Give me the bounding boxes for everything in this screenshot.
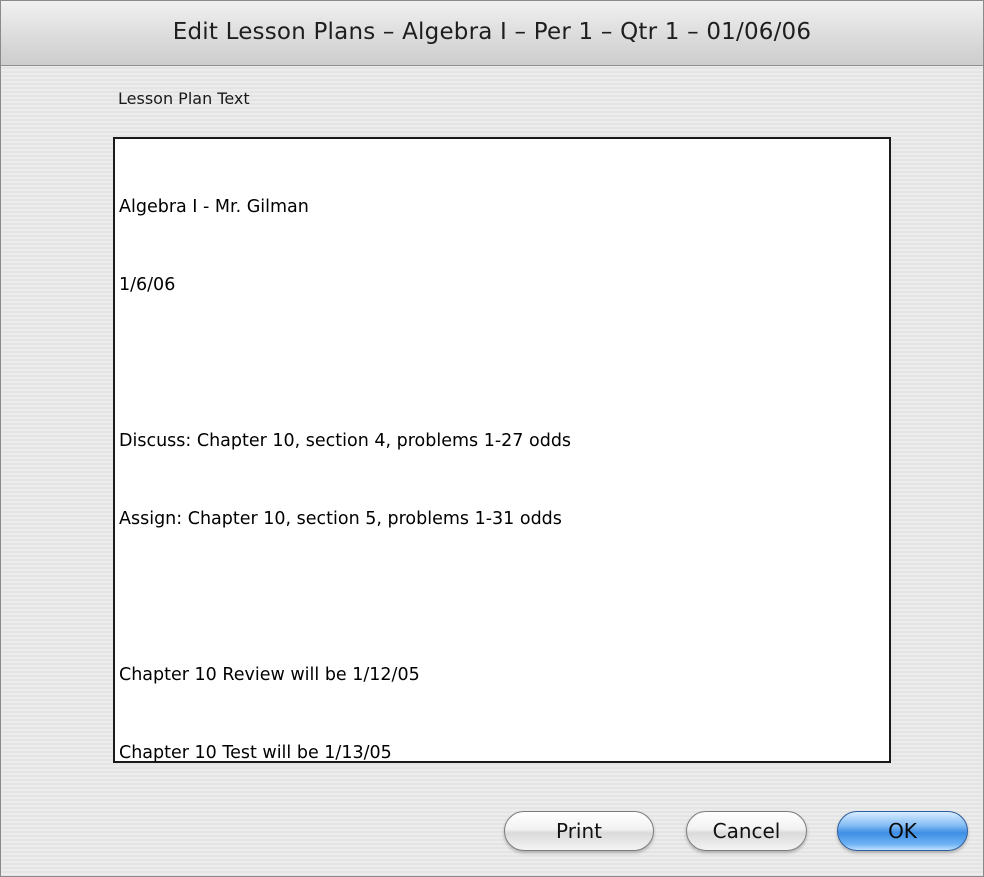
text-line: Chapter 10 Review will be 1/12/05 [119, 665, 420, 685]
text-line: 1/6/06 [119, 275, 176, 295]
text-line [119, 584, 879, 610]
text-line: Assign: Chapter 10, section 5, problems … [119, 509, 562, 529]
cancel-button[interactable]: Cancel [686, 811, 807, 851]
text-line: Discuss: Chapter 10, section 4, problems… [119, 431, 572, 451]
edit-lesson-plans-dialog: Edit Lesson Plans – Algebra I – Per 1 – … [0, 0, 984, 877]
text-line: Chapter 10 Test will be 1/13/05 [119, 743, 392, 763]
ok-button[interactable]: OK [837, 811, 968, 851]
lesson-plan-text-content[interactable]: Algebra I - Mr. Gilman 1/6/06 Discuss: C… [119, 142, 879, 818]
lesson-plan-text-label: Lesson Plan Text [118, 89, 250, 108]
print-button[interactable]: Print [504, 811, 654, 851]
text-line: Algebra I - Mr. Gilman [119, 197, 309, 217]
window-title: Edit Lesson Plans – Algebra I – Per 1 – … [172, 19, 812, 45]
title-bar[interactable]: Edit Lesson Plans – Algebra I – Per 1 – … [1, 1, 983, 66]
text-line [119, 350, 879, 376]
